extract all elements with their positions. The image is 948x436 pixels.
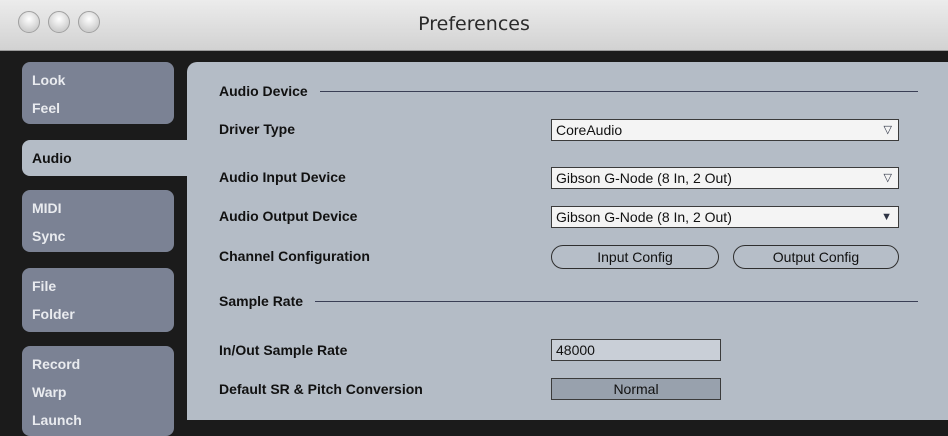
tab-label: Launch xyxy=(32,412,82,428)
dropdown-arrow-icon: ▽ xyxy=(883,172,892,184)
tab-audio[interactable]: Audio xyxy=(22,140,190,176)
audio-input-device-dropdown[interactable]: Gibson G-Node (8 In, 2 Out) ▽ xyxy=(551,167,899,189)
inout-sample-rate-field[interactable]: 48000 xyxy=(551,339,721,361)
driver-type-label: Driver Type xyxy=(219,121,295,137)
sample-rate-section-heading: Sample Rate xyxy=(219,293,918,309)
audio-input-device-label: Audio Input Device xyxy=(219,169,346,185)
tab-label: Folder xyxy=(32,306,75,322)
tab-label: Record xyxy=(32,356,81,372)
audio-device-section-heading: Audio Device xyxy=(219,83,918,99)
window-title: Preferences xyxy=(418,13,530,35)
audio-output-device-label: Audio Output Device xyxy=(219,208,358,224)
title-bar: Preferences xyxy=(0,0,948,51)
section-title: Audio Device xyxy=(219,83,308,99)
inout-sample-rate-label: In/Out Sample Rate xyxy=(219,342,348,358)
channel-configuration-label: Channel Configuration xyxy=(219,248,370,264)
input-config-button[interactable]: Input Config xyxy=(551,245,719,269)
dropdown-value: Gibson G-Node (8 In, 2 Out) xyxy=(556,209,732,225)
tab-label: Warp xyxy=(32,384,67,400)
dropdown-value: CoreAudio xyxy=(556,122,623,138)
tab-label: Sync xyxy=(32,228,66,244)
driver-type-dropdown[interactable]: CoreAudio ▽ xyxy=(551,119,899,141)
tab-label: File xyxy=(32,278,57,294)
tab-label: Feel xyxy=(32,100,61,116)
dropdown-value: Gibson G-Node (8 In, 2 Out) xyxy=(556,170,732,186)
tab-label: Audio xyxy=(32,150,72,166)
sr-pitch-conversion-label: Default SR & Pitch Conversion xyxy=(219,381,423,397)
tab-midi-sync[interactable]: MIDI Sync xyxy=(22,190,174,252)
section-title: Sample Rate xyxy=(219,293,304,309)
preferences-panel: Audio Device Driver Type CoreAudio ▽ Aud… xyxy=(187,62,948,420)
tab-label: MIDI xyxy=(32,200,62,216)
output-config-button[interactable]: Output Config xyxy=(733,245,899,269)
dropdown-arrow-icon: ▽ xyxy=(883,124,892,136)
section-divider xyxy=(319,90,918,92)
audio-output-device-dropdown[interactable]: Gibson G-Node (8 In, 2 Out) ▼ xyxy=(551,206,899,228)
tab-look-feel[interactable]: Look Feel xyxy=(22,62,174,124)
section-divider xyxy=(315,300,918,302)
tab-record-warp-launch[interactable]: Record Warp Launch xyxy=(22,346,174,436)
tab-label: Look xyxy=(32,72,66,88)
sr-pitch-conversion-button[interactable]: Normal xyxy=(551,378,721,400)
tab-file-folder[interactable]: File Folder xyxy=(22,268,174,332)
dropdown-arrow-filled-icon: ▼ xyxy=(881,211,892,223)
